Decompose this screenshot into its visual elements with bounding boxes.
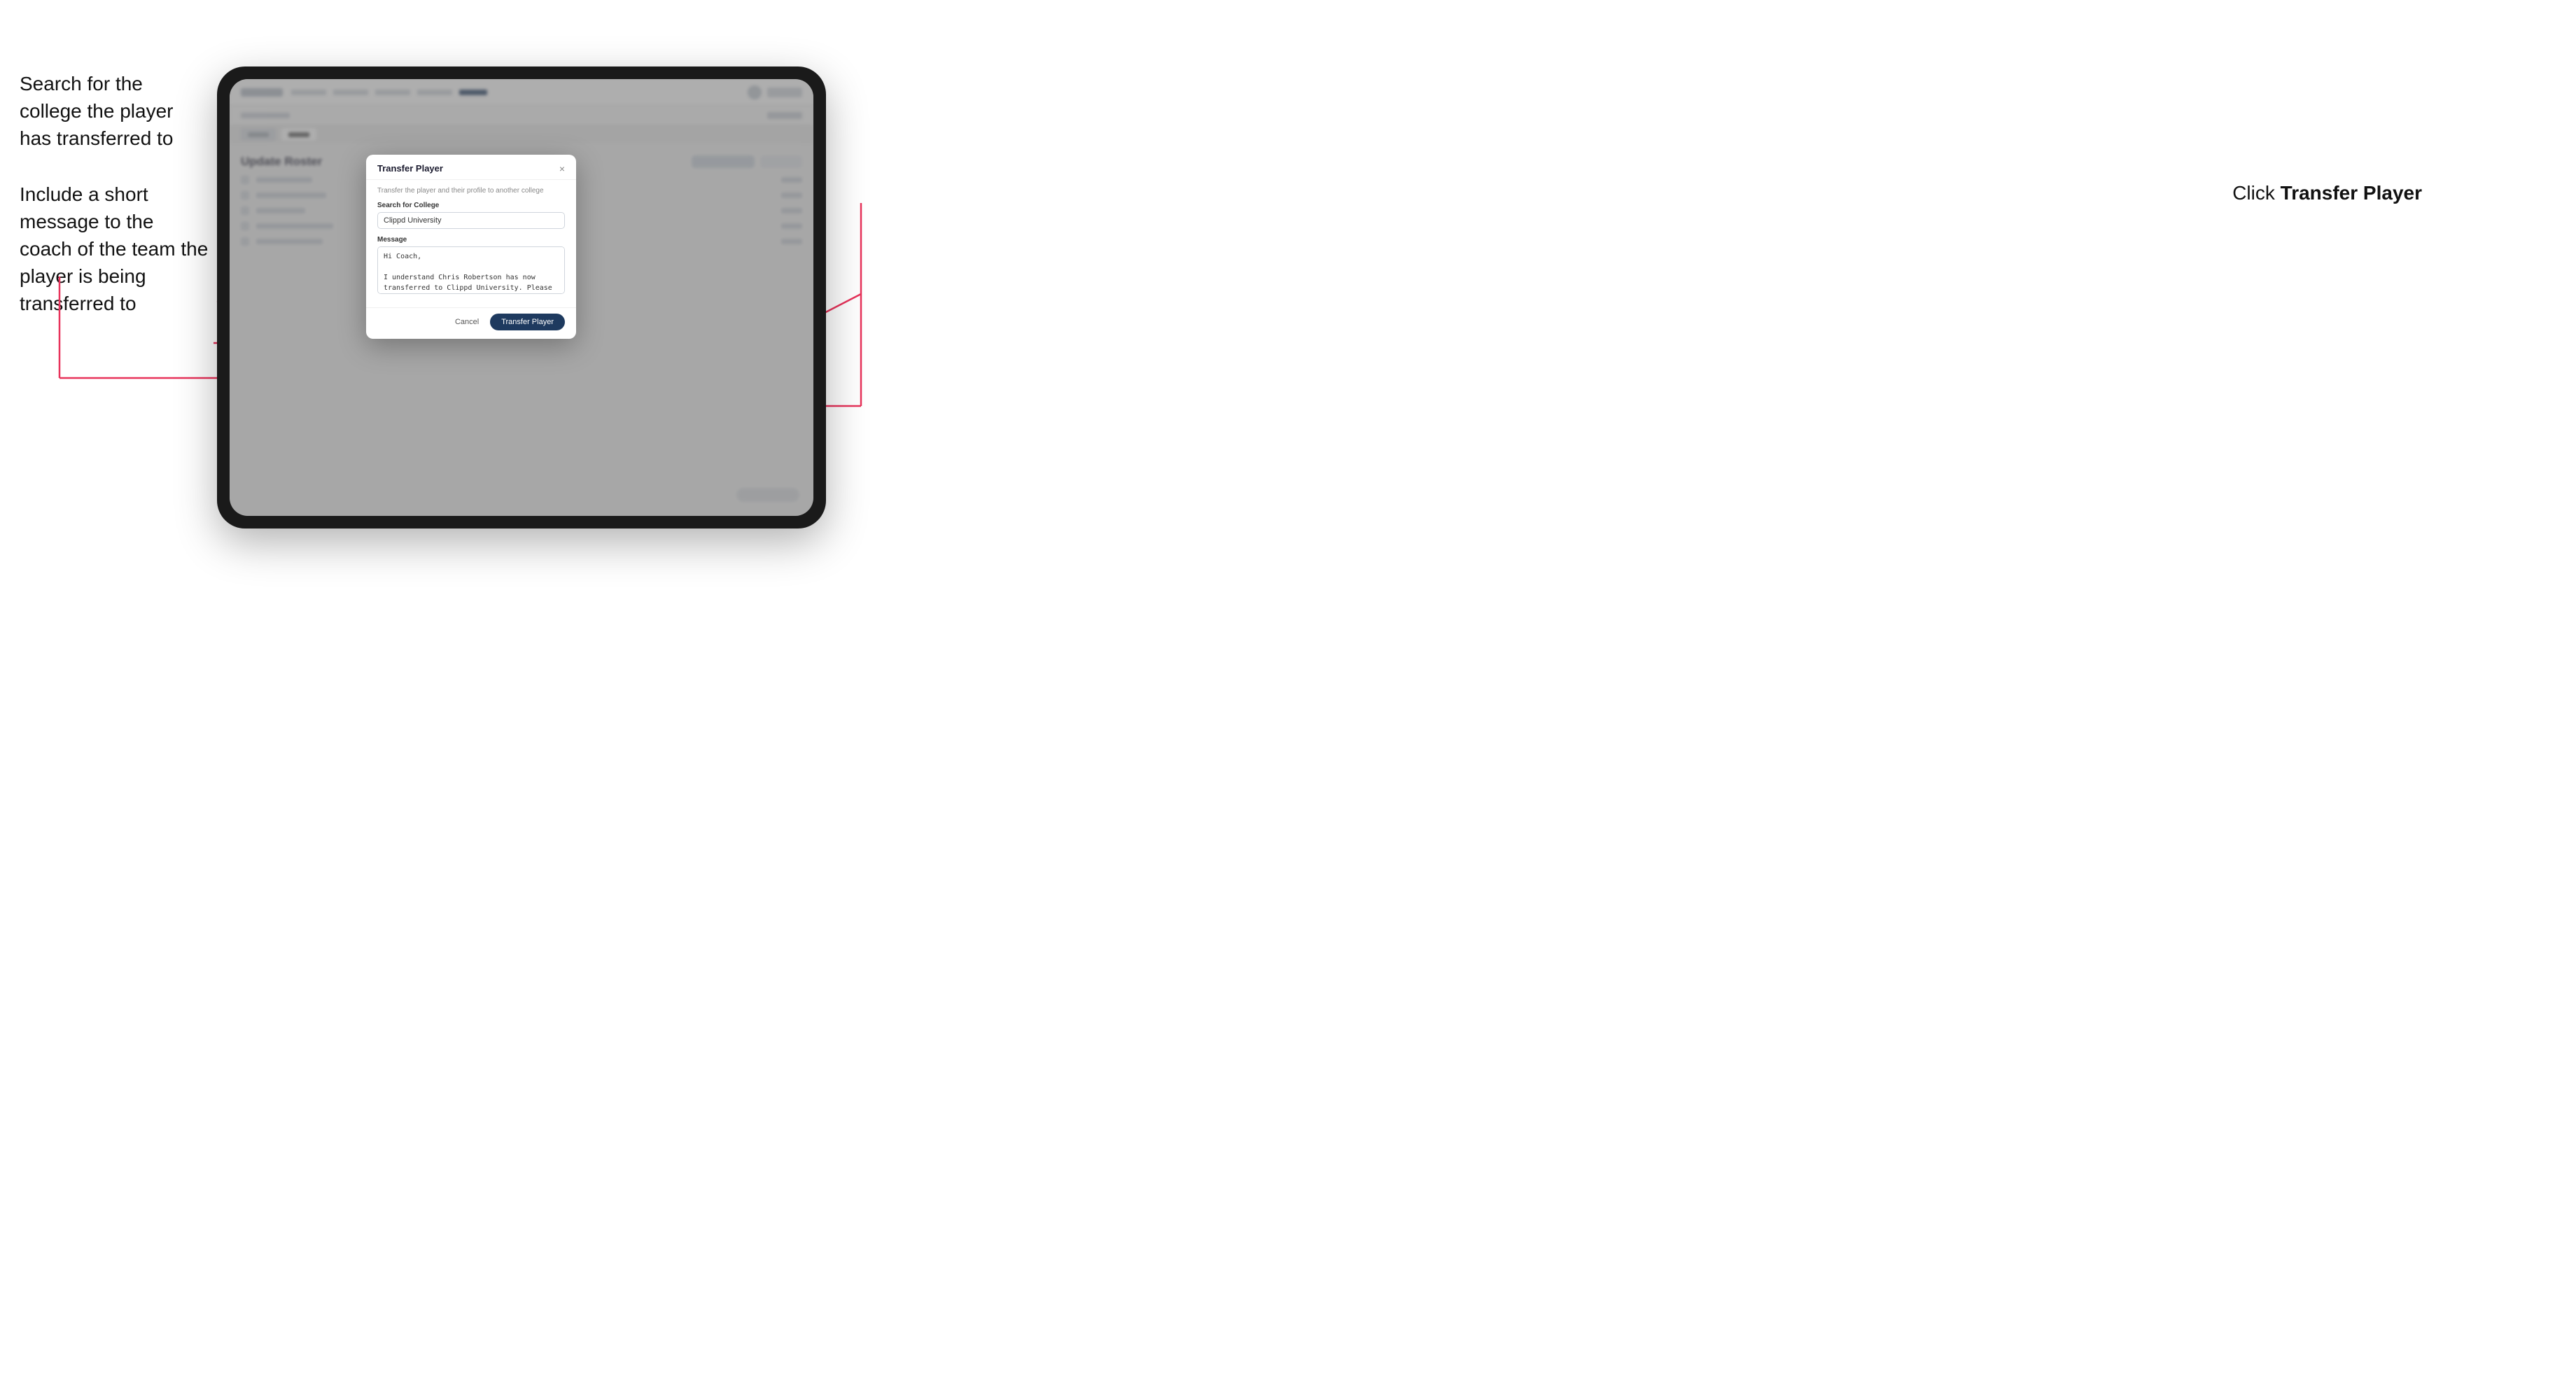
modal-overlay: Transfer Player × Transfer the player an… bbox=[230, 79, 813, 516]
transfer-player-modal: Transfer Player × Transfer the player an… bbox=[366, 155, 576, 339]
right-annotation: Click Transfer Player bbox=[2232, 182, 2422, 204]
modal-close-button[interactable]: × bbox=[559, 164, 565, 174]
modal-body: Transfer the player and their profile to… bbox=[366, 180, 576, 307]
annotation-text-1: Search for the college the player has tr… bbox=[20, 70, 209, 153]
modal-description: Transfer the player and their profile to… bbox=[377, 187, 565, 195]
left-annotation: Search for the college the player has tr… bbox=[20, 70, 209, 346]
modal-header: Transfer Player × bbox=[366, 155, 576, 180]
search-college-label: Search for College bbox=[377, 202, 565, 209]
message-label: Message bbox=[377, 236, 565, 244]
modal-footer: Cancel Transfer Player bbox=[366, 307, 576, 339]
transfer-player-button[interactable]: Transfer Player bbox=[490, 314, 565, 330]
tablet-device: Update Roster bbox=[217, 66, 826, 528]
modal-title: Transfer Player bbox=[377, 163, 443, 174]
message-textarea[interactable]: Hi Coach, I understand Chris Robertson h… bbox=[377, 246, 565, 294]
annotation-text-right: Click Transfer Player bbox=[2232, 182, 2422, 204]
search-college-input[interactable] bbox=[377, 212, 565, 229]
cancel-button[interactable]: Cancel bbox=[449, 315, 484, 329]
annotation-text-2: Include a short message to the coach of … bbox=[20, 181, 209, 318]
tablet-screen: Update Roster bbox=[230, 79, 813, 516]
transfer-player-label: Transfer Player bbox=[2281, 182, 2422, 204]
